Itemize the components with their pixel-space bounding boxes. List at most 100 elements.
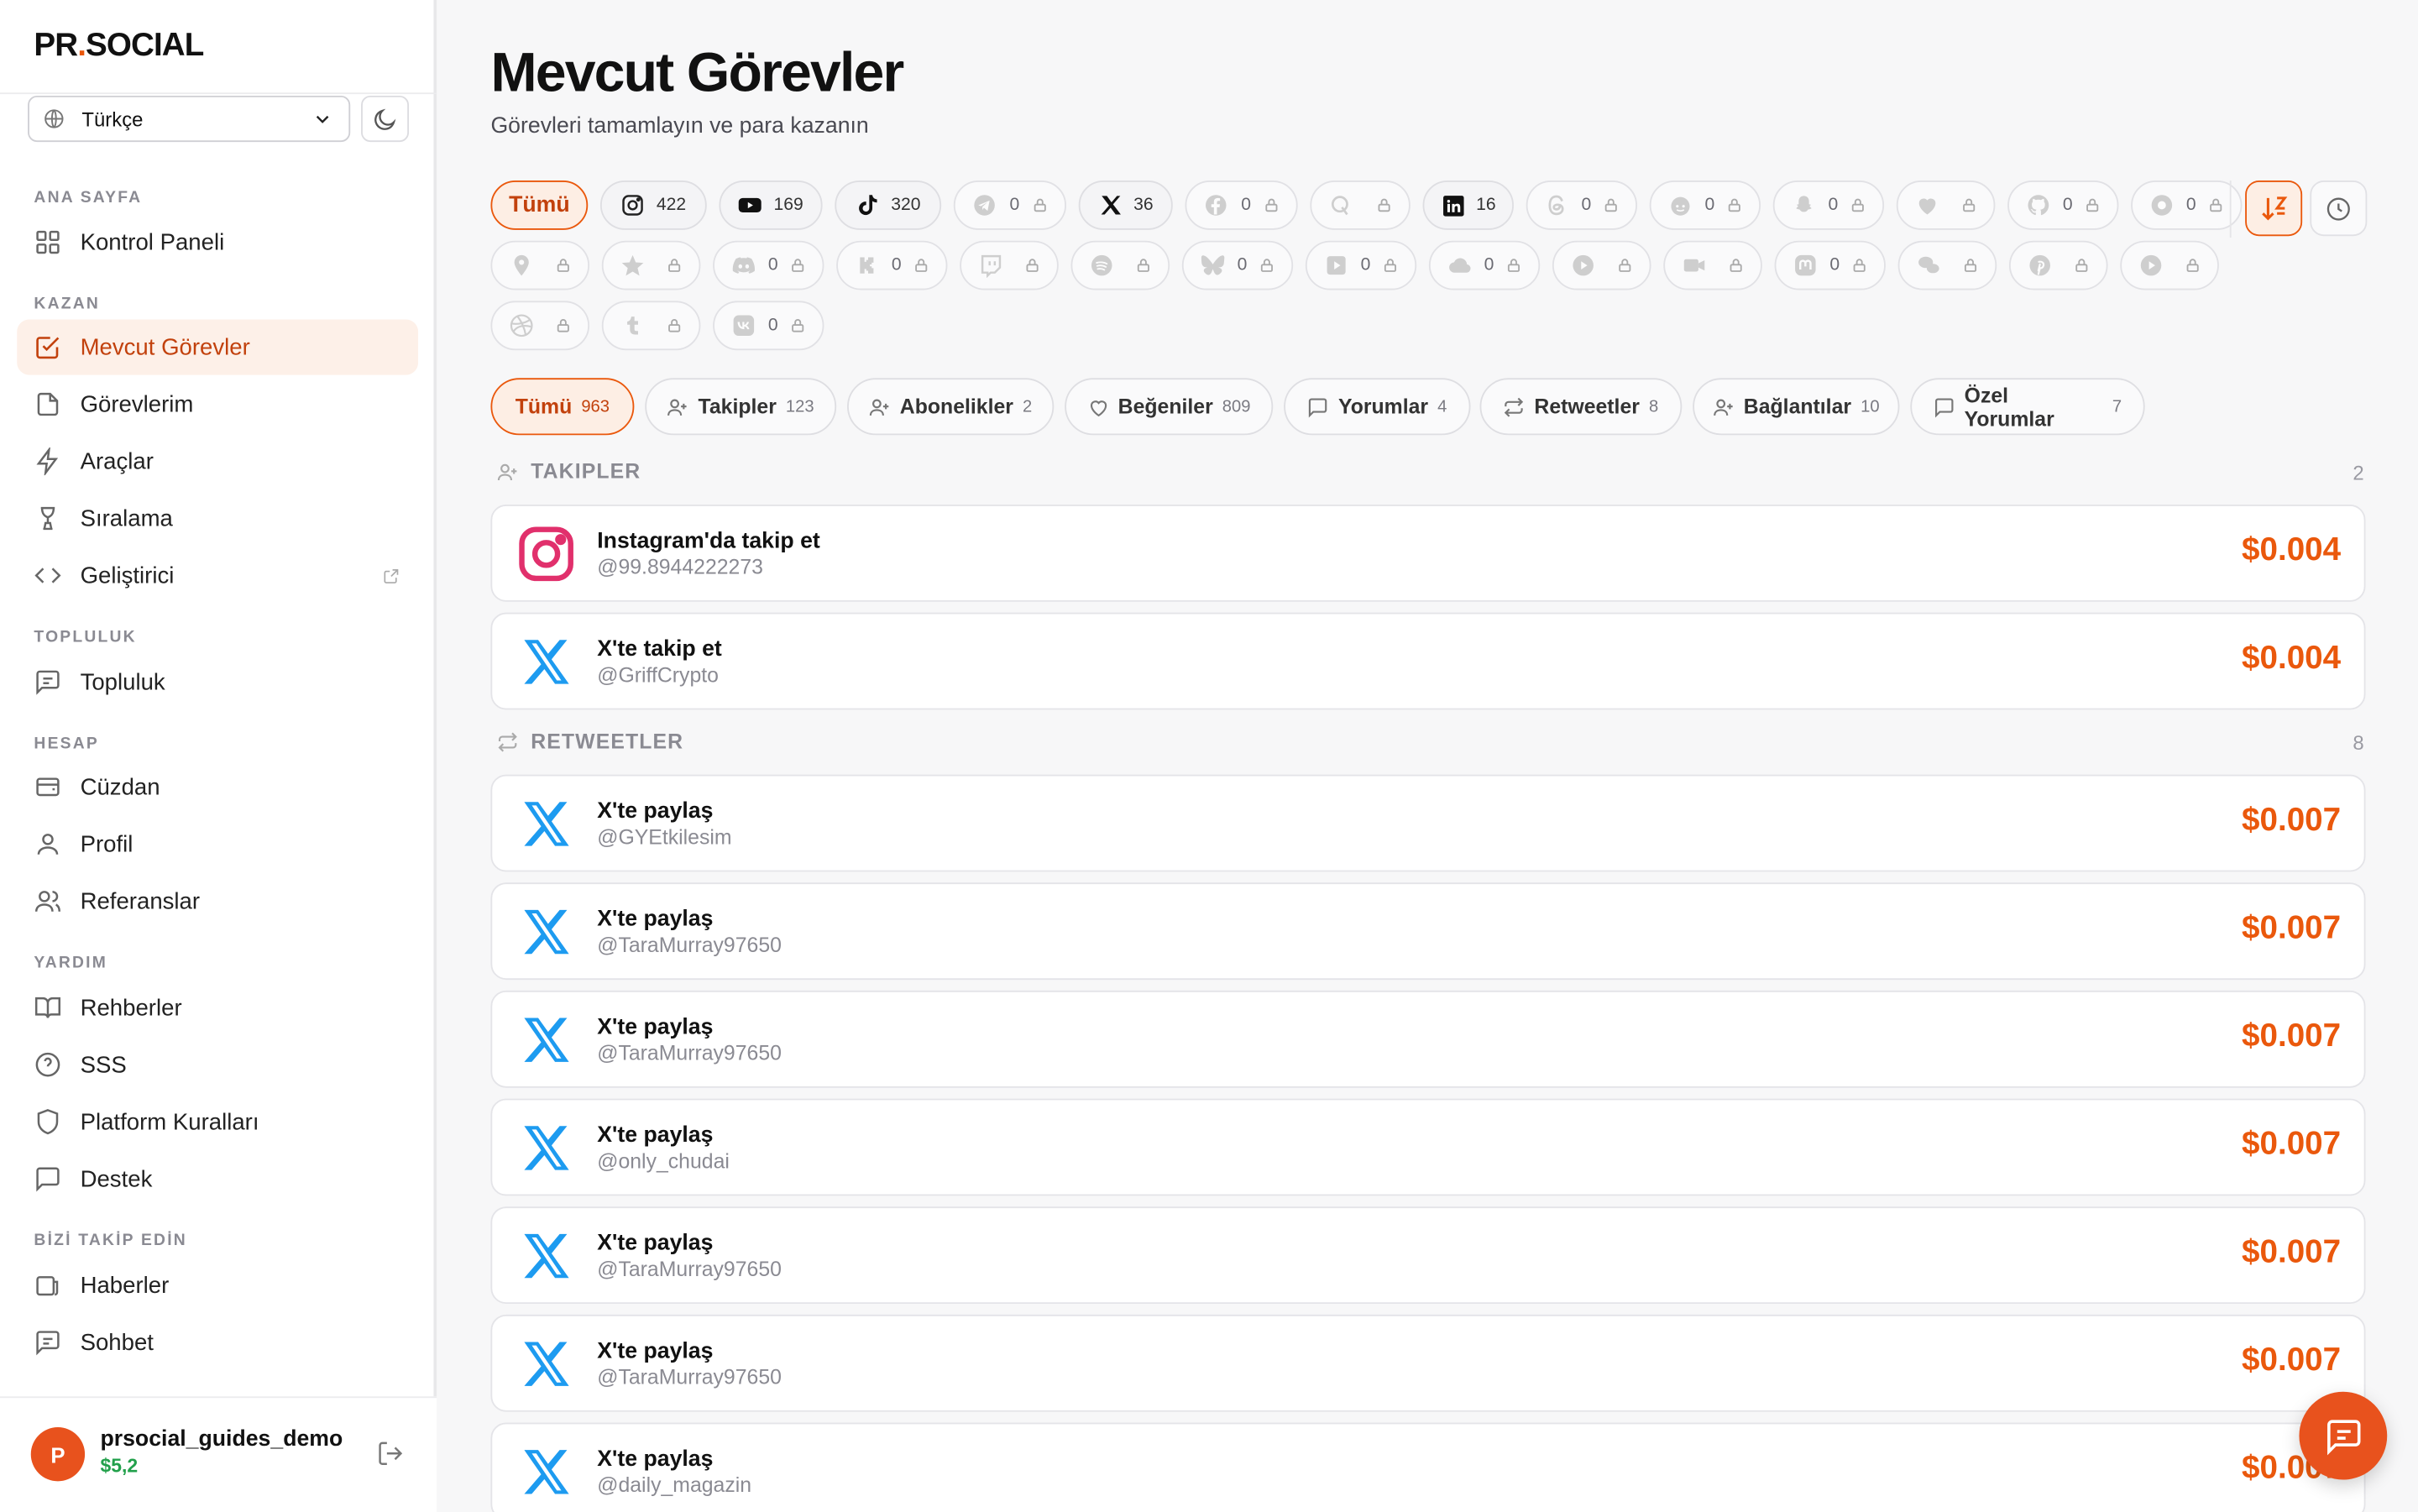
lock-icon	[1378, 198, 1390, 212]
task-card[interactable]: X'te paylaş @TaraMurray97650 $0.007	[490, 1206, 2366, 1305]
checkbox-icon	[34, 333, 61, 361]
brand-logo[interactable]: PR.SOCIAL	[34, 28, 204, 65]
avatar[interactable]: P	[30, 1427, 86, 1482]
lock-icon	[1507, 259, 1520, 272]
platform-filter-instagram[interactable]: 422	[599, 180, 707, 230]
sidebar-item-ranking[interactable]: Sıralama	[17, 490, 418, 546]
task-reward: $0.007	[2242, 802, 2342, 838]
platform-filter-quora[interactable]	[1310, 180, 1410, 230]
comment-icon	[1307, 395, 1329, 417]
platform-filter-wechat[interactable]	[1897, 240, 1997, 290]
platform-filter-x[interactable]: 36	[1078, 180, 1173, 230]
theme-toggle-button[interactable]	[361, 95, 410, 143]
history-button[interactable]	[2310, 180, 2368, 237]
category-filter[interactable]: Takipler 123	[645, 378, 837, 436]
platform-filter-linkedin[interactable]: 16	[1422, 180, 1514, 230]
platform-filter-video[interactable]	[1663, 240, 1762, 290]
platform-filter-bluesky[interactable]: 0	[1181, 240, 1294, 290]
platform-filter-tumblr[interactable]	[601, 301, 701, 351]
page-title: Mevcut Görevler	[490, 39, 904, 104]
task-card[interactable]: X'te paylaş @TaraMurray97650 $0.007	[490, 990, 2366, 1088]
platform-filter-play[interactable]	[2120, 240, 2219, 290]
platform-filter-spotify[interactable]	[1070, 240, 1170, 290]
sidebar-item-dashboard[interactable]: Kontrol Paneli	[17, 214, 418, 269]
sidebar-item-support[interactable]: Destek	[17, 1151, 418, 1206]
platform-filter-kick[interactable]: 0	[836, 240, 948, 290]
category-filter-count: 2	[1022, 397, 1033, 416]
discord-icon	[731, 253, 756, 277]
sidebar-item-profile[interactable]: Profil	[17, 816, 418, 871]
sidebar-item-my-tasks[interactable]: Görevlerim	[17, 376, 418, 432]
platform-filter-facebook[interactable]: 0	[1185, 180, 1298, 230]
platform-filter-star[interactable]	[601, 240, 701, 290]
category-filter[interactable]: Yorumlar 4	[1284, 378, 1471, 436]
sidebar-item-available-tasks[interactable]: Mevcut Görevler	[17, 319, 419, 375]
platform-filter-play-circle[interactable]	[1552, 240, 1651, 290]
platform-filter-twitch[interactable]	[960, 240, 1059, 290]
sort-button[interactable]	[2245, 180, 2303, 237]
users-icon	[34, 887, 61, 915]
platform-filter-heart[interactable]	[1896, 180, 1996, 230]
category-filter[interactable]: Beğeniler 809	[1065, 378, 1274, 436]
chat-widget-button[interactable]	[2299, 1391, 2388, 1480]
tumblr-icon	[620, 313, 645, 337]
sidebar-item-guides[interactable]: Rehberler	[17, 980, 418, 1035]
platform-filter-discord[interactable]: 0	[713, 240, 824, 290]
sidebar-item-developer[interactable]: Geliştirici	[17, 547, 418, 603]
sidebar-item-label: Sohbet	[80, 1329, 154, 1356]
lock-icon	[2186, 259, 2199, 272]
x-icon	[516, 793, 578, 855]
platform-filter-dribbble[interactable]	[490, 301, 590, 351]
task-card[interactable]: Instagram'da takip et @99.8944222273 $0.00…	[490, 504, 2366, 602]
category-filter-count: 123	[785, 397, 814, 416]
platform-filter-mastodon[interactable]: 0	[1774, 240, 1886, 290]
task-card[interactable]: X'te takip et @GriffCrypto $0.004	[490, 612, 2366, 710]
sidebar-item-community[interactable]: Topluluk	[17, 654, 418, 709]
platform-filter-github[interactable]: 0	[2007, 180, 2119, 230]
category-filter[interactable]: Bağlantılar 10	[1693, 378, 1900, 436]
platform-filter-threads[interactable]: 0	[1526, 180, 1638, 230]
category-filter[interactable]: Özel Yorumlar 7	[1910, 378, 2145, 436]
sidebar-item-tools[interactable]: Araçlar	[17, 433, 418, 489]
category-filter[interactable]: Abonelikler 2	[847, 378, 1055, 436]
x-icon	[516, 901, 578, 963]
category-filter[interactable]: Tümü 963	[490, 378, 635, 436]
logout-icon[interactable]	[376, 1440, 404, 1468]
task-title: X'te paylaş	[597, 1447, 714, 1473]
platform-filter-reddit[interactable]: 0	[1649, 180, 1761, 230]
task-card[interactable]: X'te paylaş @daily_magazin $0.007	[490, 1422, 2366, 1512]
platform-filter-map-pin[interactable]	[490, 240, 590, 290]
vk-icon	[731, 313, 756, 337]
task-reward: $0.004	[2242, 640, 2342, 677]
platform-filter-cloud[interactable]: 0	[1428, 240, 1541, 290]
sidebar-item-label: Rehberler	[80, 994, 182, 1021]
sidebar-item-wallet[interactable]: Cüzdan	[17, 759, 418, 814]
sidebar-item-label: Araçlar	[80, 447, 154, 475]
platform-filter-vk[interactable]: 0	[713, 301, 824, 351]
task-card[interactable]: X'te paylaş @TaraMurray97650 $0.007	[490, 1314, 2366, 1412]
platform-filter-telegram[interactable]: 0	[953, 180, 1066, 230]
language-select[interactable]: Türkçe	[28, 95, 351, 143]
platform-filter-tiktok[interactable]: 320	[835, 180, 942, 230]
sidebar-item-chat[interactable]: Sohbet	[17, 1315, 418, 1370]
sidebar-item-faq[interactable]: SSS	[17, 1037, 418, 1092]
task-reward: $0.007	[2242, 910, 2342, 946]
platform-filter-youtube[interactable]: 169	[719, 180, 823, 230]
platform-filter-circle[interactable]: 0	[2131, 180, 2243, 230]
platform-filter-all[interactable]: Tümü	[490, 180, 589, 230]
platform-filter-snapchat[interactable]: 0	[1772, 180, 1885, 230]
platform-filter-pinterest[interactable]	[2008, 240, 2108, 290]
sidebar-item-platform-rules[interactable]: Platform Kuralları	[17, 1094, 418, 1149]
sidebar-item-news[interactable]: Haberler	[17, 1258, 418, 1313]
category-filter-label: Takipler	[698, 395, 777, 419]
github-icon	[2026, 193, 2050, 217]
category-filter[interactable]: Retweetler 8	[1479, 378, 1683, 436]
task-card[interactable]: X'te paylaş @GYEtkilesim $0.007	[490, 774, 2366, 872]
task-card[interactable]: X'te paylaş @TaraMurray97650 $0.007	[490, 882, 2366, 981]
task-handle: @GYEtkilesim	[597, 825, 732, 849]
task-card[interactable]: X'te paylaş @only_chudai $0.007	[490, 1098, 2366, 1196]
platform-filter-play-square[interactable]: 0	[1305, 240, 1417, 290]
x-icon	[516, 1441, 578, 1504]
category-filter-count: 963	[581, 397, 610, 416]
sidebar-item-referrals[interactable]: Referanslar	[17, 873, 418, 929]
